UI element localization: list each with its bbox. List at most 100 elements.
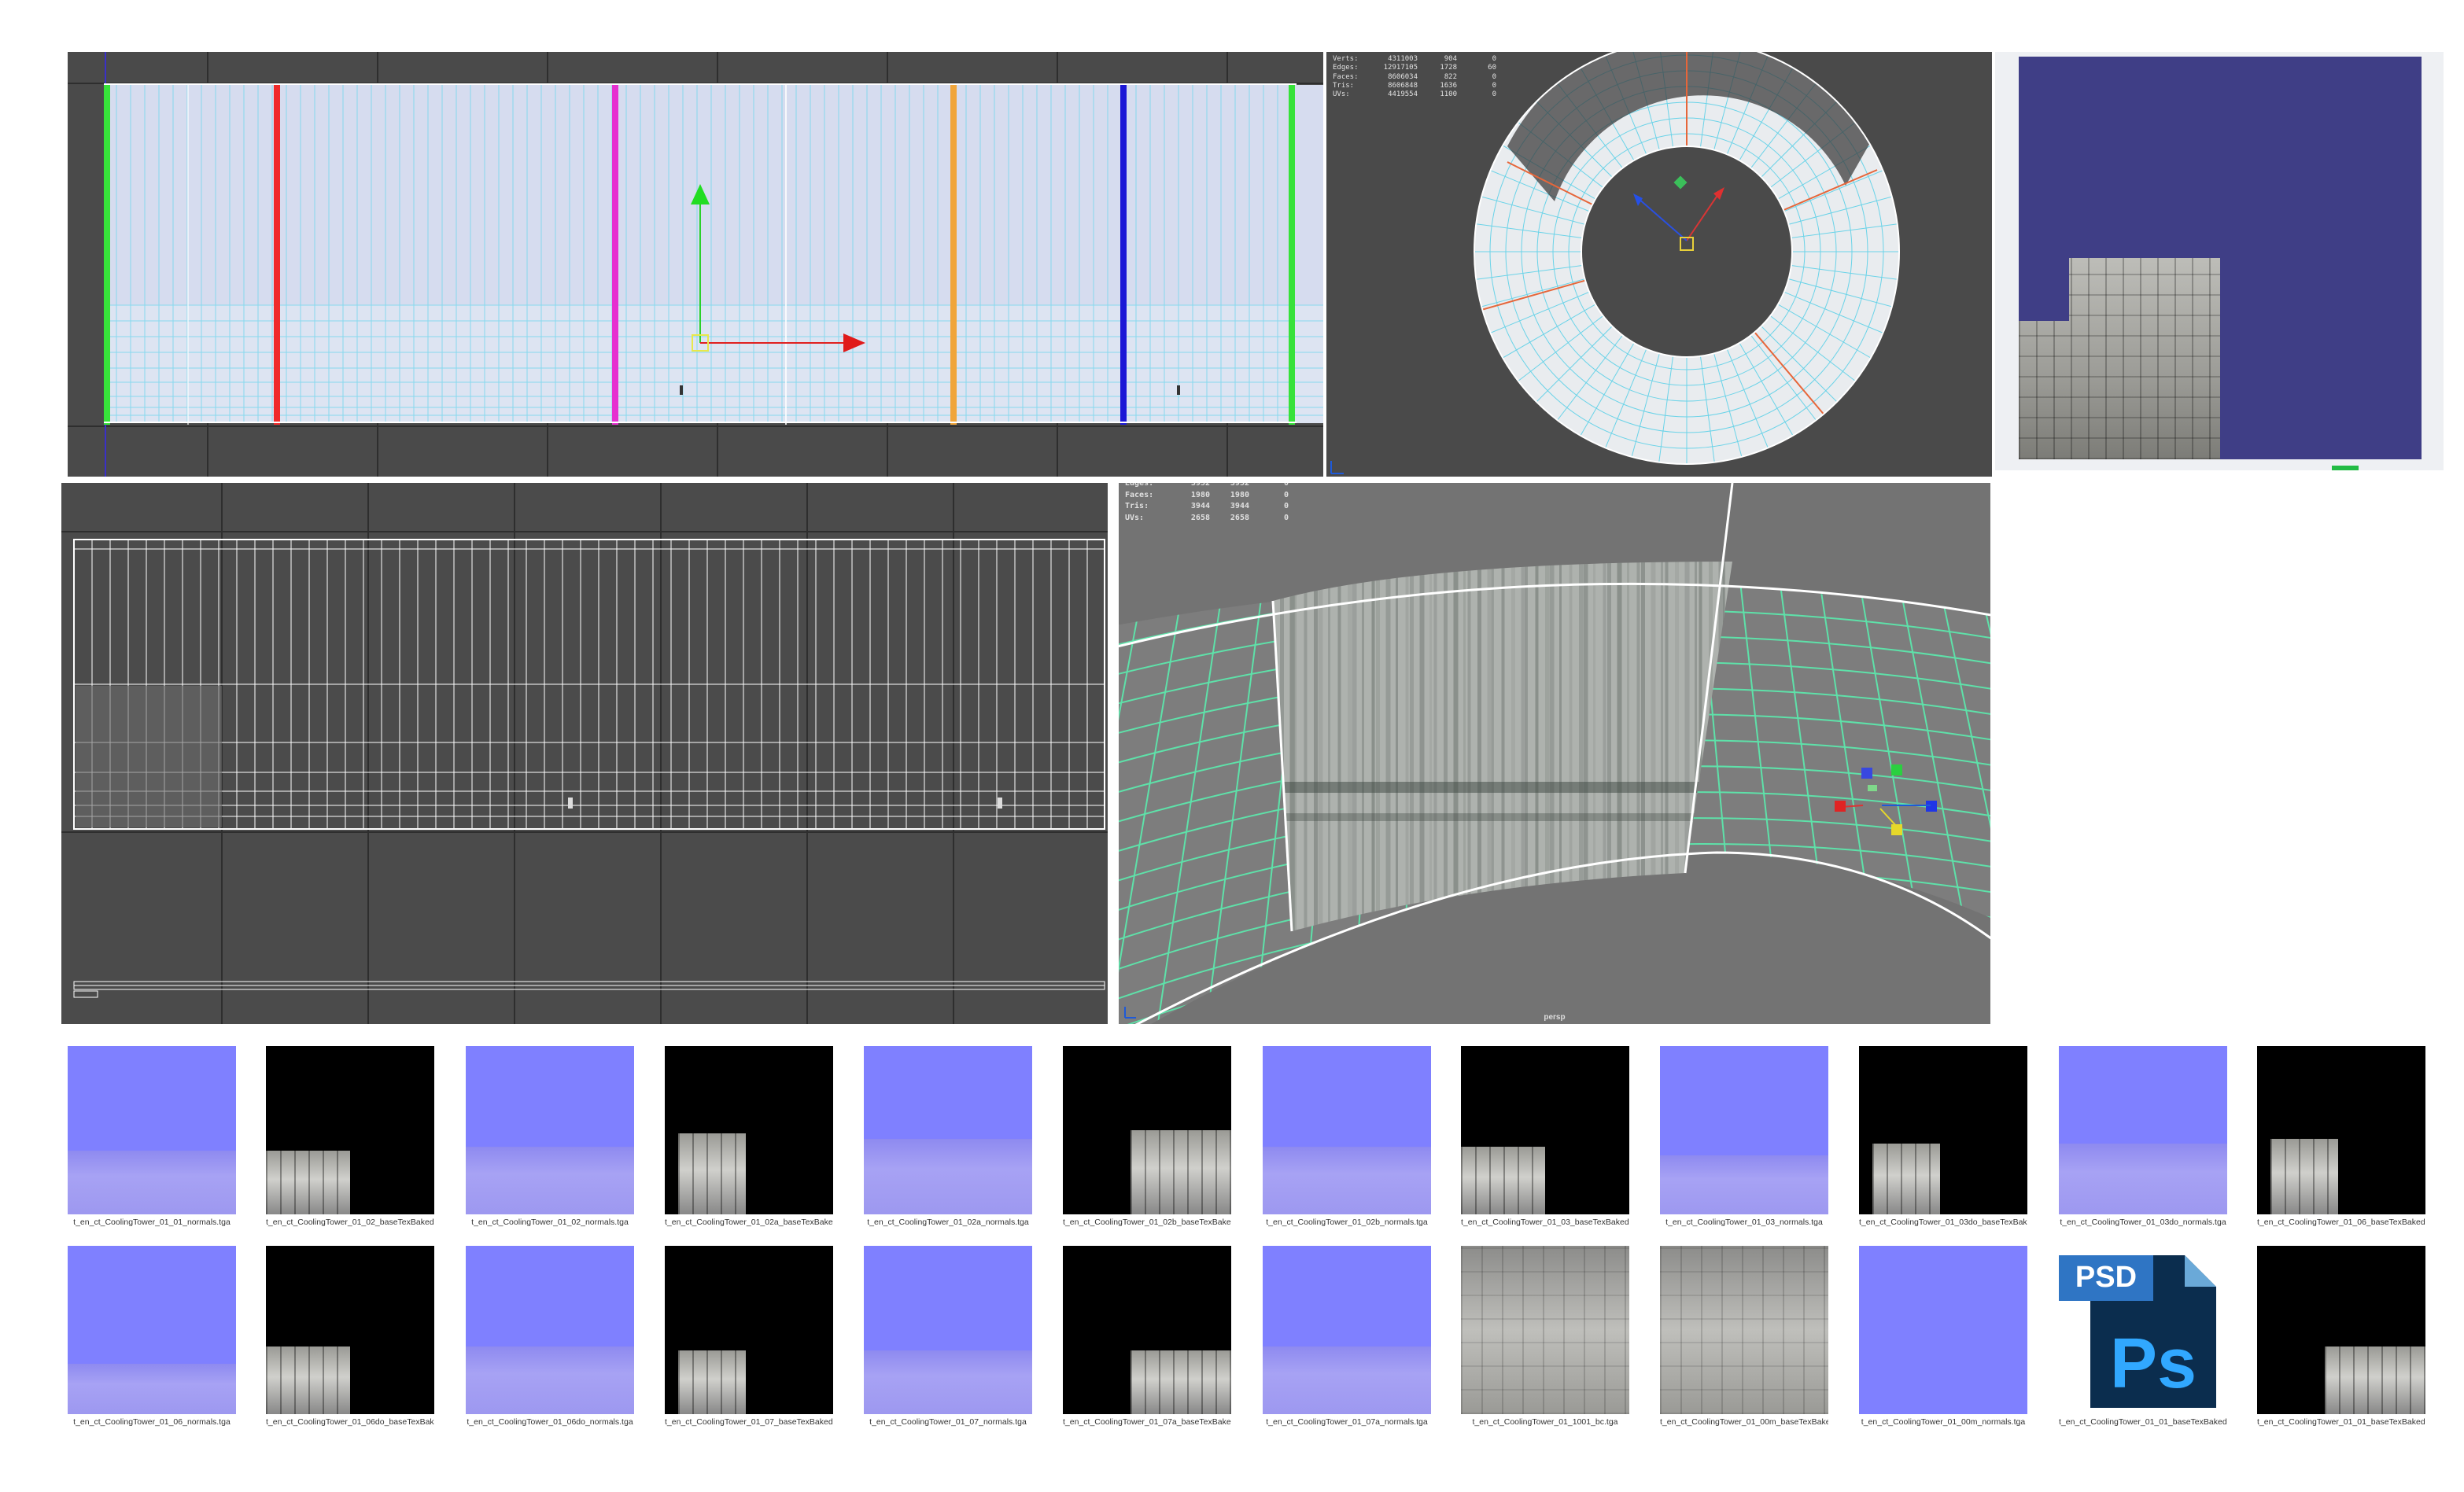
file-thumbnail[interactable]: t_en_ct_CoolingTower_01_02a_baseTexBaked… (665, 1046, 833, 1238)
file-preview (2059, 1046, 2227, 1214)
file-thumbnail[interactable]: t_en_ct_CoolingTower_01_06_baseTexBaked.… (2257, 1046, 2425, 1238)
file-thumbnail[interactable]: t_en_ct_CoolingTower_01_00m_baseTexBaked… (1660, 1246, 1828, 1438)
file-preview (864, 1246, 1032, 1414)
stat-row: Edges: 3952 3952 0 (1125, 483, 1289, 490)
stat-row: Faces: 1980 1980 0 (1125, 490, 1289, 502)
stat-value: 0 (1492, 81, 1496, 90)
uv-pin-marker (998, 798, 1002, 809)
file-thumbnail[interactable]: t_en_ct_CoolingTower_01_07a_baseTexBaked… (1063, 1246, 1231, 1438)
file-thumbnail[interactable]: PSD Ps t_en_ct_CoolingTower_01_01_baseTexB… (2059, 1246, 2227, 1438)
file-preview (1660, 1246, 1828, 1414)
file-name: t_en_ct_CoolingTower_01_02a_normals.tga (867, 1218, 1029, 1227)
file-thumbnail[interactable]: t_en_ct_CoolingTower_01_07_normals.tga (864, 1246, 1032, 1438)
stat-row: UVs: 4419554 1100 0 (1333, 90, 1496, 99)
uv-texture-panel[interactable] (1995, 52, 2444, 470)
file-name: t_en_ct_CoolingTower_01_00m_baseTexBaked… (1660, 1417, 1828, 1427)
stat-label: Tris: (1125, 502, 1149, 510)
file-preview (1859, 1046, 2027, 1214)
persp-viewport[interactable]: Edges: 3952 3952 0 Faces: 1980 1980 0 Tris: 3944 3… (1119, 483, 1990, 1024)
persp-viewport-canvas[interactable] (1119, 483, 1990, 1024)
file-name: t_en_ct_CoolingTower_01_03_baseTexBaked.… (1461, 1218, 1629, 1227)
x-axis-handle-icon (1835, 801, 1846, 812)
file-thumbnail[interactable]: t_en_ct_CoolingTower_01_03do_baseTexBake… (1859, 1046, 2027, 1238)
stat-value: 1100 (1440, 90, 1457, 98)
stat-label: UVs: (1333, 90, 1350, 98)
y-axis-handle-icon (1891, 764, 1902, 775)
texture-strip (1872, 1144, 1940, 1214)
stat-row: UVs: 2658 2658 0 (1125, 513, 1289, 525)
ring-viewport[interactable]: Verts: 4311003 904 0 Edges: 12917105 1728 60 Fac… (1326, 52, 1992, 477)
uv-seam-blue (1120, 83, 1127, 425)
file-thumbnail[interactable]: t_en_ct_CoolingTower_01_07a_normals.tga (1263, 1246, 1431, 1438)
file-thumbnail[interactable]: t_en_ct_CoolingTower_01_01_baseTexBaked.… (2257, 1246, 2425, 1438)
uv-editor-canvas[interactable] (68, 52, 1323, 477)
file-thumbnail[interactable]: t_en_ct_CoolingTower_01_02a_normals.tga (864, 1046, 1032, 1238)
stat-value: 0 (1492, 55, 1496, 63)
stat-label: Faces: (1125, 490, 1154, 499)
file-thumbnail[interactable]: t_en_ct_CoolingTower_01_01_normals.tga (68, 1046, 236, 1238)
stat-value: 60 (1488, 64, 1496, 72)
dense-mesh-patch (76, 686, 222, 827)
stat-value: 2658 (1190, 513, 1210, 522)
texture-strip (266, 1150, 350, 1214)
file-preview (68, 1046, 236, 1214)
psd-badge-text: PSD (2075, 1261, 2137, 1294)
stat-value: 1636 (1440, 81, 1457, 90)
wireframe-uv-panel[interactable] (61, 483, 1108, 1024)
wireframe-uv-canvas[interactable] (61, 483, 1108, 1024)
texture-strip (678, 1350, 746, 1414)
file-thumbnail[interactable]: t_en_ct_CoolingTower_01_02b_normals.tga (1263, 1046, 1431, 1238)
file-preview: PSD Ps (2059, 1246, 2227, 1414)
ps-logo-text: Ps (2110, 1324, 2197, 1403)
texture-strip (1130, 1350, 1231, 1414)
persp-stats-hud: Edges: 3952 3952 0 Faces: 1980 1980 0 Tris: 3944 3… (1125, 483, 1289, 524)
stat-value: 1980 (1230, 490, 1249, 499)
file-thumbnail[interactable]: t_en_ct_CoolingTower_01_07_baseTexBaked.… (665, 1246, 833, 1438)
normal-strip (1263, 1147, 1431, 1214)
uv-seam-orange (950, 83, 957, 425)
file-thumbnail[interactable]: t_en_ct_CoolingTower_01_1001_bc.tga (1461, 1246, 1629, 1438)
file-name: t_en_ct_CoolingTower_01_02_normals.tga (471, 1218, 629, 1227)
stat-value: 4311003 (1388, 55, 1418, 63)
stat-value: 1980 (1190, 490, 1210, 499)
stat-value: 0 (1283, 502, 1289, 510)
file-thumbnail[interactable]: t_en_ct_CoolingTower_01_06do_normals.tga (466, 1246, 634, 1438)
file-name: t_en_ct_CoolingTower_01_07_normals.tga (869, 1417, 1027, 1427)
file-preview (864, 1046, 1032, 1214)
uv-editor-panel[interactable] (68, 52, 1323, 477)
file-name: t_en_ct_CoolingTower_01_01_normals.tga (73, 1218, 231, 1227)
ring-viewport-canvas[interactable] (1326, 52, 1992, 477)
stat-value: 8606034 (1388, 72, 1418, 81)
file-name: t_en_ct_CoolingTower_01_01_baseTexBaked.… (2059, 1417, 2227, 1427)
file-preview (266, 1046, 434, 1214)
file-thumbnail[interactable]: t_en_ct_CoolingTower_01_03do_normals.tga (2059, 1046, 2227, 1238)
file-name: t_en_ct_CoolingTower_01_06do_normals.tga (467, 1417, 633, 1427)
file-preview (665, 1046, 833, 1214)
stat-label: UVs: (1125, 513, 1145, 522)
uv-scroll-indicator[interactable] (2332, 466, 2359, 470)
uv-pin-marker (680, 385, 683, 395)
file-thumbnail[interactable]: t_en_ct_CoolingTower_01_02_normals.tga (466, 1046, 634, 1238)
file-thumbnail[interactable]: t_en_ct_CoolingTower_01_03_normals.tga (1660, 1046, 1828, 1238)
file-thumbnail[interactable]: t_en_ct_CoolingTower_01_00m_normals.tga (1859, 1246, 2027, 1438)
stat-value: 8606848 (1388, 81, 1418, 90)
normal-strip (864, 1350, 1032, 1414)
file-thumbnail[interactable]: t_en_ct_CoolingTower_01_03_baseTexBaked.… (1461, 1046, 1629, 1238)
file-preview (1660, 1046, 1828, 1214)
file-name: t_en_ct_CoolingTower_01_06_baseTexBaked.… (2257, 1218, 2425, 1227)
stat-value: 0 (1492, 90, 1496, 98)
texture-strip (2324, 1346, 2425, 1414)
stat-value: 822 (1444, 72, 1457, 81)
uv-seam-red (274, 83, 280, 425)
stat-value: 12917105 (1383, 64, 1418, 72)
file-thumbnail[interactable]: t_en_ct_CoolingTower_01_02b_baseTexBaked… (1063, 1046, 1231, 1238)
stat-row: Verts: 4311003 904 0 (1333, 55, 1496, 64)
file-name: t_en_ct_CoolingTower_01_01_baseTexBaked.… (2257, 1417, 2425, 1427)
texture-strip (266, 1346, 350, 1414)
file-thumbnail[interactable]: t_en_ct_CoolingTower_01_06do_baseTexBake… (266, 1246, 434, 1438)
file-preview (1063, 1246, 1231, 1414)
texture-strip (1130, 1130, 1231, 1214)
file-thumbnail[interactable]: t_en_ct_CoolingTower_01_02_baseTexBaked.… (266, 1046, 434, 1238)
file-thumbnail[interactable]: t_en_ct_CoolingTower_01_06_normals.tga (68, 1246, 236, 1438)
file-preview (1461, 1046, 1629, 1214)
